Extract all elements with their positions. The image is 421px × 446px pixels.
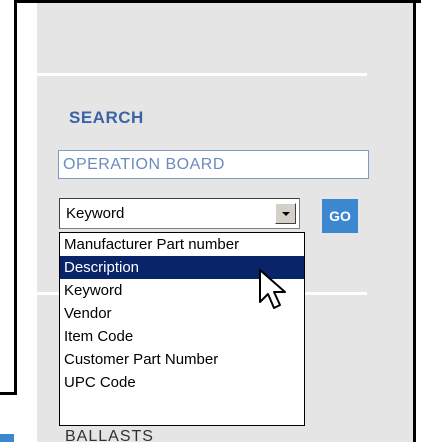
search-type-dropdown-list[interactable]: Manufacturer Part number Description Key… xyxy=(59,232,305,426)
search-type-value: Keyword xyxy=(66,205,125,222)
go-button[interactable]: GO xyxy=(322,199,358,233)
mouse-pointer-icon xyxy=(258,268,290,321)
search-input[interactable] xyxy=(58,150,369,179)
frame-border xyxy=(14,0,17,394)
search-heading: SEARCH xyxy=(69,108,144,127)
dropdown-option-manufacturer-part-number[interactable]: Manufacturer Part number xyxy=(60,233,304,256)
frame-border xyxy=(14,0,421,3)
dropdown-option-customer-part-number[interactable]: Customer Part Number xyxy=(60,348,304,371)
dropdown-option-upc-code[interactable]: UPC Code xyxy=(60,371,304,394)
chevron-down-icon[interactable] xyxy=(275,203,296,224)
frame-border xyxy=(413,0,416,442)
sidebar-divider xyxy=(37,73,367,76)
search-type-select[interactable]: Keyword xyxy=(59,198,300,229)
ballasts-heading[interactable]: BALLASTS xyxy=(65,428,154,446)
left-margin xyxy=(17,3,37,442)
main-content-accent xyxy=(0,434,14,442)
dropdown-option-item-code[interactable]: Item Code xyxy=(60,325,304,348)
page-frame: SEARCH Keyword GO Manufacturer Part numb… xyxy=(0,0,421,445)
